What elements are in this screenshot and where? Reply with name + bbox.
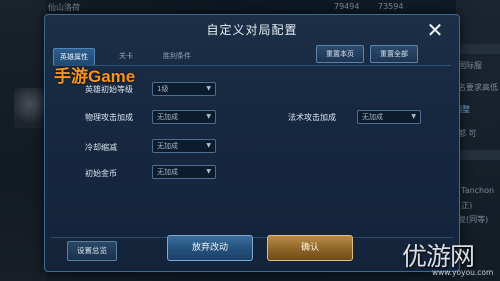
chevron-down-icon: ▼ — [206, 113, 211, 120]
bg-number: 73594 — [378, 2, 404, 11]
hero-level-value: 1级 — [157, 85, 169, 93]
bg-right-text: 名要求高低 — [458, 83, 498, 92]
gold-value: 无加成 — [157, 168, 178, 176]
site-url: www.yoyou.com — [432, 268, 494, 277]
bg-right-text: (Tanchon — [458, 186, 495, 195]
chevron-down-icon: ▼ — [206, 168, 211, 175]
close-button[interactable]: ✕ — [423, 18, 447, 42]
chevron-down-icon: ▼ — [206, 142, 211, 149]
settings-summary-button[interactable]: 设置总览 — [67, 241, 117, 261]
reset-all-button[interactable]: 重置全部 — [370, 45, 418, 63]
cooldown-select[interactable]: 无加成 ▼ — [152, 139, 216, 153]
confirm-button[interactable]: 确认 — [267, 235, 353, 261]
bg-right-text: 国际服 — [458, 61, 482, 70]
gold-select[interactable]: 无加成 ▼ — [152, 165, 216, 179]
physical-attack-label: 物理攻击加成 — [85, 113, 133, 122]
bg-right-text: 都 可 — [458, 129, 477, 138]
cooldown-value: 无加成 — [157, 142, 178, 150]
bg-right-text: (正) — [458, 201, 473, 210]
magic-attack-label: 法术攻击加成 — [288, 113, 336, 122]
magic-attack-select[interactable]: 无加成 ▼ — [357, 110, 421, 124]
dialog-title: 自定义对局配置 — [206, 23, 298, 37]
physical-attack-select[interactable]: 无加成 ▼ — [152, 110, 216, 124]
close-icon: ✕ — [426, 18, 444, 42]
watermark-text: 手游Game — [54, 67, 136, 86]
custom-match-config-dialog: 自定义对局配置 ✕ 英雄属性 关卡 胜利条件 重置本页 重置全部 英雄初始等级 … — [44, 14, 460, 272]
tab-victory-conditions[interactable]: 胜利条件 — [157, 48, 197, 64]
bg-room-name: 仙山洛荷 — [48, 3, 80, 12]
discard-changes-button[interactable]: 放弃改动 — [167, 235, 253, 261]
hero-level-select[interactable]: 1级 ▼ — [152, 82, 216, 96]
reset-page-button[interactable]: 重置本页 — [316, 45, 364, 63]
hero-portrait — [14, 88, 46, 128]
background-strip — [455, 44, 500, 54]
bg-right-text: 复(同等) — [458, 215, 489, 224]
physical-attack-value: 无加成 — [157, 113, 178, 121]
bg-number: 79494 — [334, 2, 360, 11]
left-panel-background — [0, 0, 46, 281]
chevron-down-icon: ▼ — [206, 85, 211, 92]
background-strip — [455, 150, 500, 160]
cooldown-label: 冷却缩减 — [85, 143, 117, 152]
gold-label: 初始金币 — [85, 169, 117, 178]
magic-attack-value: 无加成 — [362, 113, 383, 121]
chevron-down-icon: ▼ — [411, 113, 416, 120]
